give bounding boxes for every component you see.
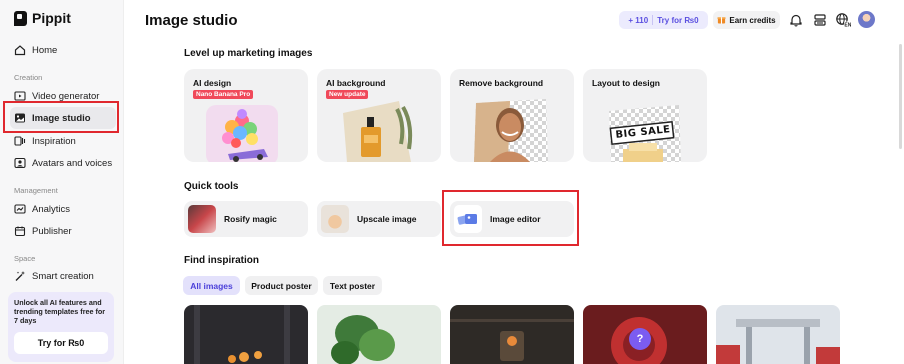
notification-bell-icon[interactable] xyxy=(788,12,804,28)
credits-pill[interactable]: + 110 Try for ₨0 xyxy=(619,11,708,29)
inspiration-image xyxy=(184,305,308,364)
tool-upscale-image[interactable]: Upscale image xyxy=(317,201,441,237)
rosify-thumbnail xyxy=(188,205,216,233)
page-title: Image studio xyxy=(145,12,238,29)
sidebar-item-label: Inspiration xyxy=(32,135,76,147)
credits-try-label: Try for ₨0 xyxy=(657,15,699,25)
highlight-box-image-studio xyxy=(3,101,119,133)
section-label-space: Space xyxy=(14,254,36,263)
section-title-level-up: Level up marketing images xyxy=(184,48,313,59)
sidebar-item-analytics[interactable]: Analytics xyxy=(10,198,116,220)
inspiration-image xyxy=(317,305,441,364)
perfume-product-illustration xyxy=(343,101,413,162)
sidebar-item-inspiration[interactable]: Inspiration xyxy=(10,130,116,152)
earn-credits-label: Earn credits xyxy=(729,15,776,25)
section-title-quick-tools: Quick tools xyxy=(184,181,239,192)
section-title-find-inspiration: Find inspiration xyxy=(184,255,259,266)
home-icon xyxy=(14,44,26,56)
app-logo[interactable]: Pippit xyxy=(14,10,71,26)
help-icon[interactable]: ? xyxy=(629,328,651,350)
try-free-button[interactable]: Try for ₨0 xyxy=(14,332,108,354)
sidebar-item-label: Home xyxy=(32,44,58,56)
inspiration-card-5[interactable] xyxy=(716,305,840,364)
promo-text: Unlock all AI features and trending temp… xyxy=(14,298,106,325)
upscale-thumbnail xyxy=(321,205,349,233)
tool-rosify-magic[interactable]: Rosify magic xyxy=(184,201,308,237)
card-layout-to-design[interactable]: Layout to design BIG SALE xyxy=(583,69,707,162)
inspiration-card-3[interactable] xyxy=(450,305,574,364)
highlight-box-image-editor xyxy=(442,190,579,246)
filter-all-images[interactable]: All images xyxy=(183,276,240,295)
earn-credits-button[interactable]: Earn credits xyxy=(713,11,780,29)
gift-icon xyxy=(717,15,726,26)
sidebar-item-smart-creation[interactable]: Smart creation xyxy=(10,265,116,287)
page-scrollbar[interactable] xyxy=(899,44,902,149)
language-globe-icon[interactable]: EN xyxy=(835,12,851,28)
sidebar-item-publisher[interactable]: Publisher xyxy=(10,220,116,242)
avatar-icon xyxy=(14,157,26,169)
inspiration-image xyxy=(716,305,840,364)
sidebar-item-label: Avatars and voices xyxy=(32,157,113,169)
upgrade-promo: Unlock all AI features and trending temp… xyxy=(8,292,114,362)
tool-label: Upscale image xyxy=(357,214,417,224)
sidebar-item-home[interactable]: Home xyxy=(10,39,116,61)
section-label-management: Management xyxy=(14,186,58,195)
filter-product-poster[interactable]: Product poster xyxy=(245,276,318,295)
card-remove-background[interactable]: Remove background xyxy=(450,69,574,162)
calendar-icon xyxy=(14,225,26,237)
sidebar-item-label: Video generator xyxy=(32,90,100,102)
inspiration-card-1[interactable] xyxy=(184,305,308,364)
divider xyxy=(652,15,654,25)
card-ai-background[interactable]: AI background New update xyxy=(317,69,441,162)
analytics-icon xyxy=(14,203,26,215)
card-ai-design[interactable]: AI design Nano Banana Pro xyxy=(184,69,308,162)
filter-text-poster[interactable]: Text poster xyxy=(323,276,382,295)
section-label-creation: Creation xyxy=(14,73,43,82)
app-name: Pippit xyxy=(32,10,71,26)
inspiration-icon xyxy=(14,135,26,147)
inspiration-image xyxy=(450,305,574,364)
pippit-logo-icon xyxy=(14,10,27,26)
inspiration-card-4[interactable]: ? xyxy=(583,305,707,364)
sidebar-item-label: Analytics xyxy=(32,203,71,215)
magic-wand-icon xyxy=(14,270,26,282)
balloon-car-illustration xyxy=(206,105,278,162)
svg-text:EN: EN xyxy=(844,23,851,28)
sidebar-item-label: Publisher xyxy=(32,225,72,237)
user-avatar[interactable] xyxy=(858,11,875,28)
tool-label: Rosify magic xyxy=(224,214,277,224)
credits-count: + 110 xyxy=(628,15,649,25)
sidebar-item-label: Smart creation xyxy=(32,270,94,282)
inspiration-card-2[interactable] xyxy=(317,305,441,364)
tasks-tray-icon[interactable] xyxy=(812,12,828,28)
sale-poster-illustration xyxy=(609,105,681,162)
portrait-checker-illustration xyxy=(474,99,548,162)
sidebar-item-avatars-and-voices[interactable]: Avatars and voices xyxy=(10,152,116,174)
sidebar: Pippit Home Creation Video generator Ima… xyxy=(0,0,124,364)
